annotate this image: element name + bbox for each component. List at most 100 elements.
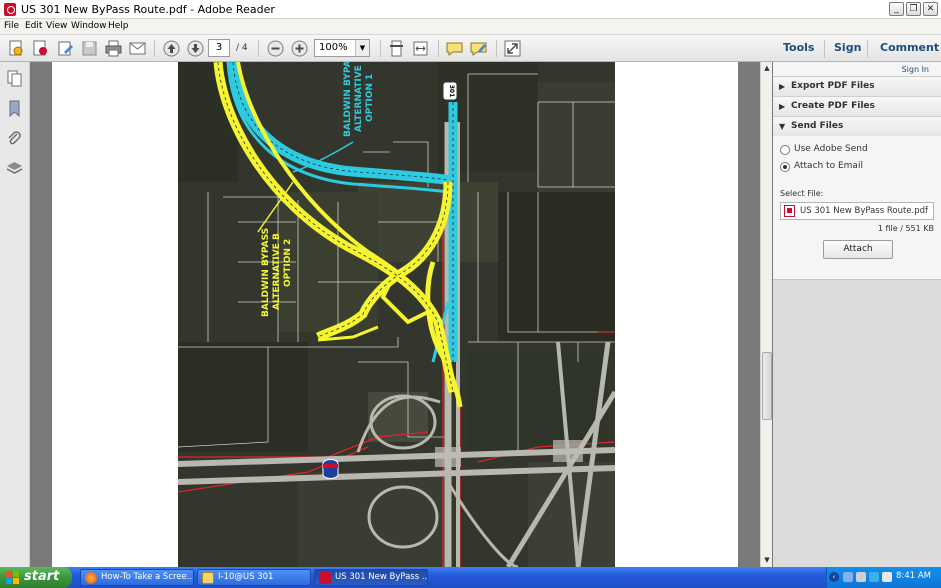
fit-width-icon[interactable] [411,39,430,58]
section-export-pdf[interactable]: ▶ Export PDF Files [773,76,941,96]
attach-to-email-radio[interactable] [780,162,790,172]
clock: 8:41 AM [896,571,931,581]
attach-button[interactable]: Attach [823,240,893,259]
menu-bar: File Edit View Window Help [0,19,941,35]
menu-view[interactable]: View [46,21,67,31]
selected-file-field[interactable]: US 301 New ByPass Route.pdf [780,202,934,220]
start-button[interactable]: start [0,567,72,588]
sign-in-link[interactable]: Sign In [902,65,929,74]
chevron-right-icon: ▶ [779,82,786,91]
zoom-in-icon[interactable] [290,39,309,58]
alt-c-label-line1: BALDWIN BYPASS [343,62,353,137]
title-bar: US 301 New ByPass Route.pdf - Adobe Read… [0,0,941,19]
select-file-label: Select File: [780,189,824,198]
scroll-up-icon[interactable]: ▲ [762,63,772,73]
toolbar: 3 / 4 100% ▼ Tools Sign Comment [0,35,941,62]
fit-page-icon[interactable] [387,39,406,58]
adobe-reader-icon [319,572,331,584]
acrobat-create-icon[interactable] [31,39,50,58]
file-info: 1 file / 551 KB [877,224,934,233]
security-icon[interactable] [856,572,866,582]
toolbar-separator [154,40,155,57]
alt-c-label-line3: OPTION 1 [365,74,375,122]
firefox-icon [85,572,97,584]
edit-pdf-icon[interactable] [56,39,75,58]
menu-file[interactable]: File [4,21,19,31]
comment-link[interactable]: Comment [880,41,939,54]
menu-help[interactable]: Help [108,21,129,31]
alt-b-label-line1: BALDWIN BYPASS [261,228,271,317]
attach-to-email-label[interactable]: Attach to Email [794,161,863,171]
toolbar-separator [867,40,868,58]
scrollbar-thumb[interactable] [762,352,772,420]
section-label: Export PDF Files [791,81,875,91]
toolbar-separator [496,40,497,57]
toolbar-separator [438,40,439,57]
folder-icon [202,572,214,584]
chevron-left-icon[interactable]: ‹ [829,572,839,582]
taskbar-item-label: I-10@US 301 [218,572,274,582]
email-icon[interactable] [128,39,147,58]
zoom-out-icon[interactable] [266,39,285,58]
highlight-icon[interactable] [469,39,488,58]
windows-logo-icon [6,571,19,584]
tools-pane: Sign In ▶ Export PDF Files ▶ Create PDF … [773,62,941,567]
page-count: / 4 [236,43,248,53]
comment-icon[interactable] [445,39,464,58]
navigation-pane [0,62,30,567]
zoom-select[interactable]: 100% ▼ [314,39,370,57]
chevron-right-icon: ▶ [779,102,786,111]
tools-link[interactable]: Tools [783,41,814,54]
close-button[interactable]: ✕ [923,2,938,16]
taskbar-item-adobe-reader[interactable]: US 301 New ByPass ... [314,569,428,586]
restore-button[interactable]: ❐ [906,2,921,16]
aerial-map-image: 301 BALDWIN BYPASS ALTERNATIVE B OPTION … [178,62,615,567]
toolbar-separator [380,40,381,57]
vertical-scrollbar[interactable]: ▲ ▼ [760,62,772,567]
selected-file-name: US 301 New ByPass Route.pdf [800,206,929,216]
pdf-file-icon [784,205,795,217]
alt-b-label-line2: ALTERNATIVE B [272,233,282,310]
sign-link[interactable]: Sign [834,41,861,54]
menu-edit[interactable]: Edit [25,21,42,31]
minimize-button[interactable]: _ [889,2,904,16]
route-shield-label: 301 [448,85,455,98]
volume-icon[interactable] [882,572,892,582]
scroll-down-icon[interactable]: ▼ [762,555,772,565]
page-number-input[interactable]: 3 [208,39,230,57]
menu-window[interactable]: Window [71,21,107,31]
start-label: start [24,569,60,584]
section-create-pdf[interactable]: ▶ Create PDF Files [773,96,941,116]
tray-app-icon[interactable] [869,572,879,582]
section-label: Send Files [791,121,844,131]
window-title: US 301 New ByPass Route.pdf - Adobe Read… [21,3,275,16]
taskbar-item-folder[interactable]: I-10@US 301 [197,569,311,586]
zoom-value: 100% [319,42,348,53]
full-screen-icon[interactable] [503,39,522,58]
section-send-files[interactable]: ▼ Send Files [773,116,941,136]
next-page-icon[interactable] [186,39,205,58]
layers-icon[interactable] [6,160,23,177]
chevron-down-icon[interactable]: ▼ [355,40,369,56]
tools-pane-content: Sign In ▶ Export PDF Files ▶ Create PDF … [773,62,941,280]
adobe-reader-icon [4,3,16,16]
use-adobe-send-label[interactable]: Use Adobe Send [794,144,868,154]
bookmarks-icon[interactable] [6,100,23,118]
system-tray: ‹ 8:41 AM [826,567,941,588]
taskbar-item-firefox[interactable]: How-To Take a Scree... [80,569,194,586]
print-icon[interactable] [104,39,123,58]
alt-b-label-line3: OPTION 2 [283,239,293,287]
attachments-icon[interactable] [6,130,23,147]
network-icon[interactable] [843,572,853,582]
page-thumbnails-icon[interactable] [6,70,23,87]
taskbar-item-label: How-To Take a Scree... [101,572,193,582]
section-label: Create PDF Files [791,101,875,111]
taskbar-item-label: US 301 New ByPass ... [335,572,427,582]
create-pdf-icon[interactable] [6,39,25,58]
alt-c-label-line2: ALTERNATIVE [354,65,364,132]
previous-page-icon[interactable] [162,39,181,58]
chevron-down-icon: ▼ [779,122,786,131]
interstate-shield-icon [322,459,339,479]
use-adobe-send-radio[interactable] [780,145,790,155]
save-icon[interactable] [80,39,99,58]
